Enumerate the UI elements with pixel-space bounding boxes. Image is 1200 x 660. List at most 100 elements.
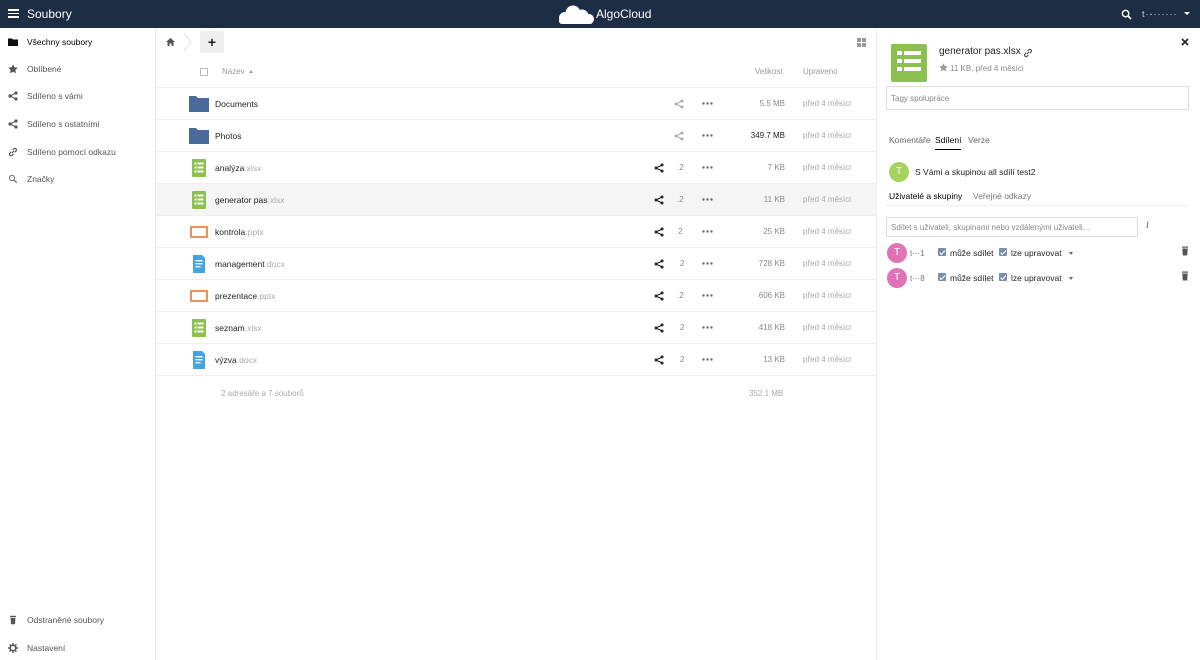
menu-icon[interactable] (8, 9, 19, 18)
file-name[interactable]: prezentace.pptx (215, 291, 276, 301)
table-row[interactable]: management.docx 2 728 KB před 4 měsíci (156, 248, 876, 280)
more-icon[interactable] (702, 294, 713, 297)
sidebar-item-tags[interactable]: Značky (0, 165, 155, 192)
home-icon[interactable] (166, 38, 175, 46)
breadcrumb-separator (183, 33, 192, 51)
file-name[interactable]: Photos (215, 131, 241, 141)
file-name[interactable]: management.docx (215, 259, 285, 269)
can-edit-checkbox[interactable] (999, 248, 1007, 256)
column-modified-header[interactable]: Upraveno (803, 67, 838, 76)
can-share-label[interactable]: může sdílet (950, 248, 993, 258)
controls-bar: + (156, 28, 876, 56)
share-icon[interactable] (654, 163, 664, 173)
tab-comments[interactable]: Komentáře (889, 135, 931, 145)
trash-icon[interactable] (1181, 246, 1189, 256)
can-edit-label[interactable]: lze upravovat (1011, 248, 1062, 258)
sharee-row: T t···1 může sdílet lze upravovat (877, 243, 1200, 265)
info-icon[interactable]: i (1146, 220, 1149, 231)
table-row[interactable]: generator pas.xlsx .2 11 KB před 4 měsíc… (156, 184, 876, 216)
link-icon[interactable] (1023, 48, 1033, 58)
document-icon (193, 255, 205, 273)
sidebar-item-shared-with-others[interactable]: Sdíleno s ostatními (0, 110, 155, 137)
tab-public-links[interactable]: Veřejné odkazy (973, 191, 1031, 201)
share-icon[interactable] (674, 99, 684, 109)
can-share-checkbox[interactable] (938, 248, 946, 256)
chevron-down-icon[interactable] (1069, 277, 1073, 280)
more-icon[interactable] (702, 262, 713, 265)
sharee-row: T t···8 může sdílet lze upravovat (877, 268, 1200, 290)
can-edit-checkbox[interactable] (999, 273, 1007, 281)
file-name[interactable]: generator pas.xlsx (215, 195, 284, 205)
user-name[interactable]: t·-······ (1142, 9, 1177, 19)
share-icon[interactable] (654, 323, 664, 333)
table-row[interactable]: Documents 5.5 MB před 4 měsíci (156, 88, 876, 120)
more-icon[interactable] (702, 198, 713, 201)
file-modified: před 4 měsíci (803, 291, 852, 300)
file-name[interactable]: seznam.xlsx (215, 323, 262, 333)
file-modified: před 4 měsíci (803, 323, 852, 332)
table-row[interactable]: výzva.docx 2 13 KB před 4 měsíci (156, 344, 876, 376)
divider (886, 205, 1189, 206)
share-icon[interactable] (654, 355, 664, 365)
more-icon[interactable] (702, 102, 713, 105)
share-count: 2 (680, 355, 685, 364)
tab-users-and-groups[interactable]: Uživatelé a skupiny (889, 191, 963, 206)
spreadsheet-icon (192, 191, 206, 209)
tab-sharing[interactable]: Sdílení (935, 135, 962, 150)
sidebar-item-shared-with-you[interactable]: Sdíleno s vámi (0, 82, 155, 109)
summary-size: 352.1 MB (749, 389, 784, 398)
gear-icon (8, 643, 18, 653)
sidebar-item-label: Nastavení (27, 643, 66, 653)
more-icon[interactable] (702, 358, 713, 361)
share-icon[interactable] (654, 195, 664, 205)
share-icon[interactable] (674, 131, 684, 141)
can-edit-label[interactable]: lze upravovat (1011, 273, 1062, 283)
more-icon[interactable] (702, 326, 713, 329)
share-icon[interactable] (654, 227, 664, 237)
file-size: 13 KB (763, 355, 785, 364)
tab-versions[interactable]: Verze (968, 135, 990, 145)
search-icon[interactable] (1121, 9, 1132, 20)
file-name[interactable]: analýza.xlsx (215, 163, 261, 173)
share-icon[interactable] (654, 259, 664, 269)
star-icon[interactable] (939, 63, 948, 72)
tag-icon (8, 174, 18, 184)
column-size-header[interactable]: Velikost (755, 67, 783, 76)
select-all-checkbox[interactable] (200, 68, 208, 76)
sidebar-item-settings[interactable]: Nastavení (0, 634, 155, 660)
sidebar-item-shared-by-link[interactable]: Sdíleno pomocí odkazu (0, 138, 155, 165)
file-name[interactable]: Documents (215, 99, 258, 109)
can-share-label[interactable]: může sdílet (950, 273, 993, 283)
column-name-header[interactable]: Název (222, 67, 245, 76)
trash-icon[interactable] (1181, 271, 1189, 281)
table-row[interactable]: analýza.xlsx .2 7 KB před 4 měsíci (156, 152, 876, 184)
sidebar-item-deleted-files[interactable]: Odstraněné soubory (0, 606, 155, 633)
file-modified: před 4 měsíci (803, 99, 852, 108)
add-button[interactable]: + (200, 31, 224, 53)
sidebar-item-all-files[interactable]: Všechny soubory (0, 28, 155, 55)
grid-view-icon[interactable] (857, 38, 866, 47)
table-row[interactable]: Photos 349.7 MB před 4 měsíci (156, 120, 876, 152)
app-name[interactable]: Soubory (27, 7, 72, 21)
file-name[interactable]: kontrola.pptx (215, 227, 264, 237)
can-share-checkbox[interactable] (938, 273, 946, 281)
share-search-input[interactable]: Sdílet s uživateli, skupinami nebo vzdál… (886, 217, 1138, 237)
file-name[interactable]: výzva.docx (215, 355, 257, 365)
more-icon[interactable] (702, 134, 713, 137)
sidebar: Všechny soubory Oblíbené Sdíleno s vámi … (0, 28, 156, 660)
more-icon[interactable] (702, 230, 713, 233)
chevron-down-icon[interactable] (1069, 252, 1073, 255)
share-count: 2 (680, 323, 685, 332)
table-row[interactable]: seznam.xlsx 2 418 KB před 4 měsíci (156, 312, 876, 344)
table-row[interactable]: kontrola.pptx 2 25 KB před 4 měsíci (156, 216, 876, 248)
file-modified: před 4 měsíci (803, 163, 852, 172)
table-row[interactable]: prezentace.pptx .2 606 KB před 4 měsíci (156, 280, 876, 312)
tags-input[interactable]: Tagy spolupráce (886, 86, 1189, 110)
header-bar: Soubory AlgoCloud t·-······ (0, 0, 1200, 28)
sidebar-item-favorites[interactable]: Oblíbené (0, 55, 155, 82)
trash-icon (10, 615, 16, 625)
chevron-down-icon[interactable] (1184, 12, 1190, 15)
share-icon[interactable] (654, 291, 664, 301)
more-icon[interactable] (702, 166, 713, 169)
close-icon[interactable] (1181, 38, 1189, 46)
